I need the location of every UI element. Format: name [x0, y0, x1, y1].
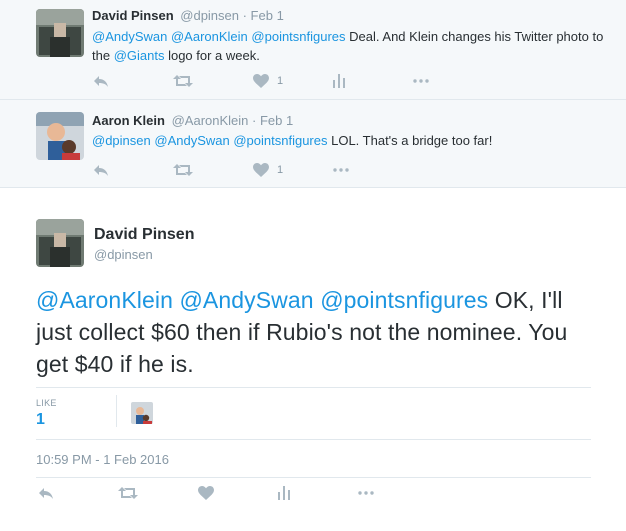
tweet-actions: 1 — [93, 71, 433, 91]
reply-button[interactable] — [93, 160, 109, 180]
analytics-button[interactable] — [333, 71, 345, 91]
like-count: 1 — [277, 164, 284, 176]
author-name[interactable]: Aaron Klein — [92, 113, 165, 128]
more-button[interactable] — [413, 71, 429, 91]
divider — [116, 395, 117, 427]
author-handle[interactable]: @dpinsen — [94, 247, 153, 262]
mention-link[interactable]: @AaronKlein — [36, 287, 173, 313]
tweet-header: Aaron Klein @AaronKlein · Feb 1 — [92, 113, 293, 128]
mention-link[interactable]: @AaronKlein — [171, 29, 248, 44]
like-button[interactable]: 1 — [253, 160, 283, 180]
tweet-header: David Pinsen @dpinsen · Feb 1 — [92, 8, 284, 23]
tweet-text: @dpinsen @AndySwan @pointsnfigures LOL. … — [92, 133, 493, 148]
heart-icon — [253, 163, 269, 177]
avatar[interactable] — [36, 9, 84, 57]
tweet-actions: 1 — [93, 160, 433, 180]
liker-avatar[interactable] — [131, 402, 153, 424]
author-name[interactable]: David Pinsen — [94, 226, 194, 244]
more-icon — [358, 491, 374, 495]
like-button[interactable] — [198, 483, 214, 503]
likes-label: LIKE — [36, 398, 57, 408]
retweet-icon — [173, 75, 193, 87]
mention-link[interactable]: @AndySwan — [154, 133, 229, 148]
tweet-text: @AndySwan @AaronKlein @pointsnfigures De… — [92, 29, 604, 63]
mention-link[interactable]: @dpinsen — [92, 133, 151, 148]
avatar[interactable] — [36, 112, 84, 160]
like-button[interactable]: 1 — [253, 71, 283, 91]
mention-link[interactable]: @pointsnfigures — [251, 29, 345, 44]
reply-button[interactable] — [38, 483, 54, 503]
tweet-actions — [38, 483, 378, 503]
analytics-icon — [278, 486, 290, 500]
retweet-button[interactable] — [173, 160, 193, 180]
timestamp[interactable]: 10:59 PM - 1 Feb 2016 — [36, 452, 169, 467]
reply-icon — [39, 488, 53, 499]
avatar[interactable] — [36, 219, 84, 267]
tweet-text: @AaronKlein @AndySwan @pointsnfigures OK… — [36, 287, 568, 377]
reply-icon — [94, 76, 108, 87]
author-meta: @dpinsen · Feb 1 — [180, 8, 284, 23]
retweet-icon — [118, 487, 138, 499]
reply-button[interactable] — [93, 71, 109, 91]
retweet-button[interactable] — [173, 71, 193, 91]
like-count: 1 — [277, 75, 284, 87]
divider — [36, 477, 591, 478]
retweet-icon — [173, 164, 193, 176]
mention-link[interactable]: @AndySwan — [92, 29, 167, 44]
more-icon — [413, 79, 429, 83]
reply-icon — [94, 165, 108, 176]
heart-icon — [253, 74, 269, 88]
author-meta: @AaronKlein · Feb 1 — [171, 113, 294, 128]
divider — [36, 387, 591, 388]
more-button[interactable] — [333, 160, 349, 180]
analytics-icon — [333, 74, 345, 88]
tweet-david-pinsen-1[interactable]: David Pinsen @dpinsen · Feb 1 @AndySwan … — [0, 0, 626, 100]
likes-count[interactable]: 1 — [36, 411, 45, 429]
permalink-tweet: David Pinsen @dpinsen @AaronKlein @AndyS… — [0, 188, 626, 531]
retweet-button[interactable] — [118, 483, 138, 503]
mention-link[interactable]: @AndySwan — [179, 287, 313, 313]
more-icon — [333, 168, 349, 172]
mention-link[interactable]: @pointsnfigures — [320, 287, 488, 313]
divider — [36, 439, 591, 440]
mention-link[interactable]: @Giants — [114, 48, 165, 63]
tweet-aaron-klein[interactable]: Aaron Klein @AaronKlein · Feb 1 @dpinsen… — [0, 100, 626, 188]
more-button[interactable] — [358, 483, 374, 503]
mention-link[interactable]: @pointsnfigures — [233, 133, 327, 148]
analytics-button[interactable] — [278, 483, 290, 503]
author-name[interactable]: David Pinsen — [92, 8, 174, 23]
heart-icon — [198, 486, 214, 500]
